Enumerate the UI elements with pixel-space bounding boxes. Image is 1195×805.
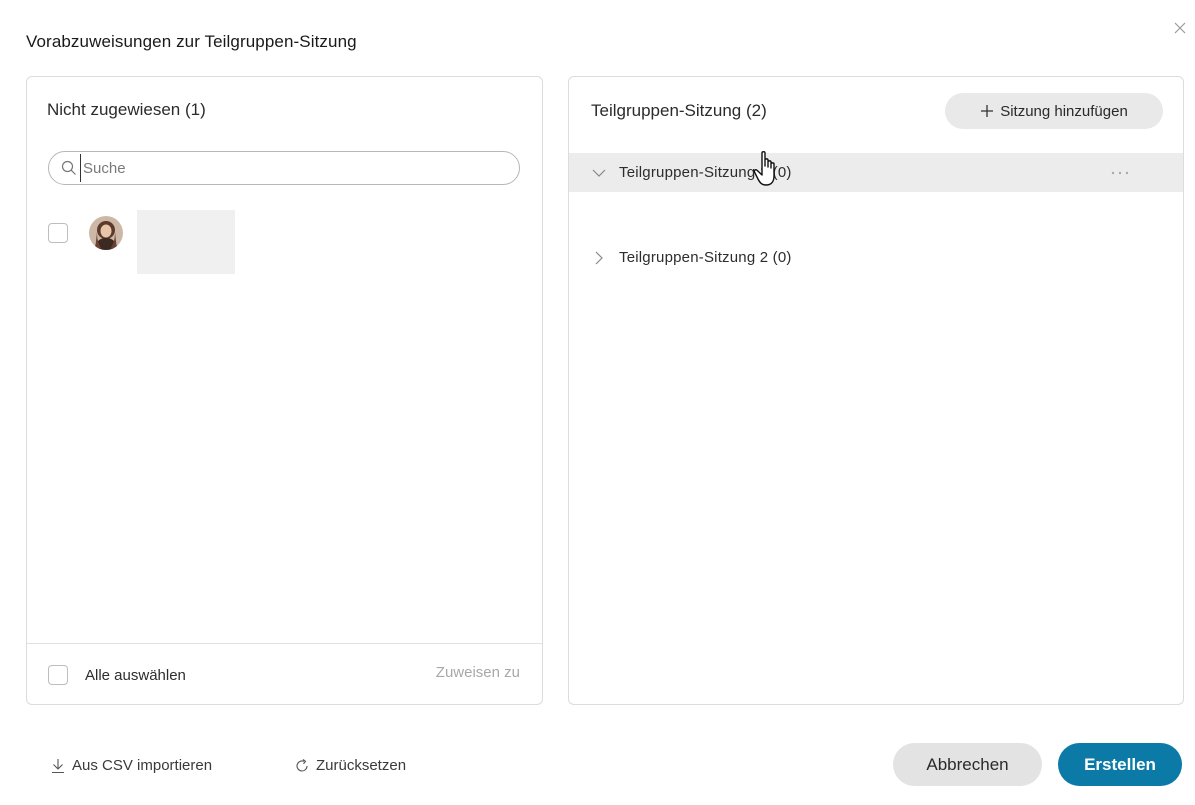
- close-icon: [1174, 22, 1186, 34]
- refresh-icon: [296, 758, 308, 772]
- plus-icon: [981, 105, 994, 117]
- session-row-1[interactable]: Teilgruppen-Sitzung 1 (0): [569, 153, 1183, 192]
- unassigned-panel: Nicht zugewiesen (1) Suche Alle auswähle…: [26, 76, 543, 705]
- participant-checkbox[interactable]: [48, 223, 68, 243]
- session-label: Teilgruppen-Sitzung 1 (0): [619, 164, 792, 181]
- reset-label: Zurücksetzen: [316, 757, 407, 774]
- breakout-preassign-dialog: Vorabzuweisungen zur Teilgruppen-Sitzung…: [0, 0, 1195, 805]
- sessions-heading: Teilgruppen-Sitzung (2): [591, 101, 767, 120]
- add-session-button[interactable]: Sitzung hinzufügen: [945, 93, 1163, 129]
- unassigned-heading: Nicht zugewiesen (1): [47, 100, 206, 119]
- reset-button[interactable]: Zurücksetzen: [294, 757, 406, 774]
- more-options-icon[interactable]: [1109, 165, 1131, 181]
- participant-name: [137, 210, 235, 274]
- import-csv-button[interactable]: Aus CSV importieren: [50, 757, 212, 774]
- avatar: [89, 216, 123, 250]
- add-session-label: Sitzung hinzufügen: [1000, 102, 1128, 120]
- cancel-button[interactable]: Abbrechen: [893, 743, 1042, 786]
- select-all-checkbox[interactable]: [48, 665, 68, 685]
- sessions-panel: Teilgruppen-Sitzung (2) Sitzung hinzufüg…: [568, 76, 1184, 705]
- search-box[interactable]: [48, 151, 520, 185]
- search-input[interactable]: [80, 154, 500, 182]
- chevron-right-icon[interactable]: [591, 250, 607, 266]
- assign-to-button[interactable]: Zuweisen zu: [436, 664, 520, 681]
- import-csv-label: Aus CSV importieren: [72, 757, 213, 774]
- session-label: Teilgruppen-Sitzung 2 (0): [619, 249, 792, 266]
- session-row-2[interactable]: Teilgruppen-Sitzung 2 (0): [569, 238, 1183, 277]
- close-button[interactable]: [1170, 18, 1190, 38]
- chevron-down-icon[interactable]: [591, 165, 607, 181]
- avatar-photo-icon: [89, 216, 123, 250]
- unassigned-footer: Alle auswählen Zuweisen zu: [27, 643, 542, 705]
- create-button[interactable]: Erstellen: [1058, 743, 1182, 786]
- select-all-label[interactable]: Alle auswählen: [85, 667, 186, 684]
- search-icon: [61, 160, 76, 175]
- dialog-title: Vorabzuweisungen zur Teilgruppen-Sitzung: [26, 32, 357, 51]
- participant-row[interactable]: [48, 210, 248, 274]
- download-icon: [52, 758, 64, 773]
